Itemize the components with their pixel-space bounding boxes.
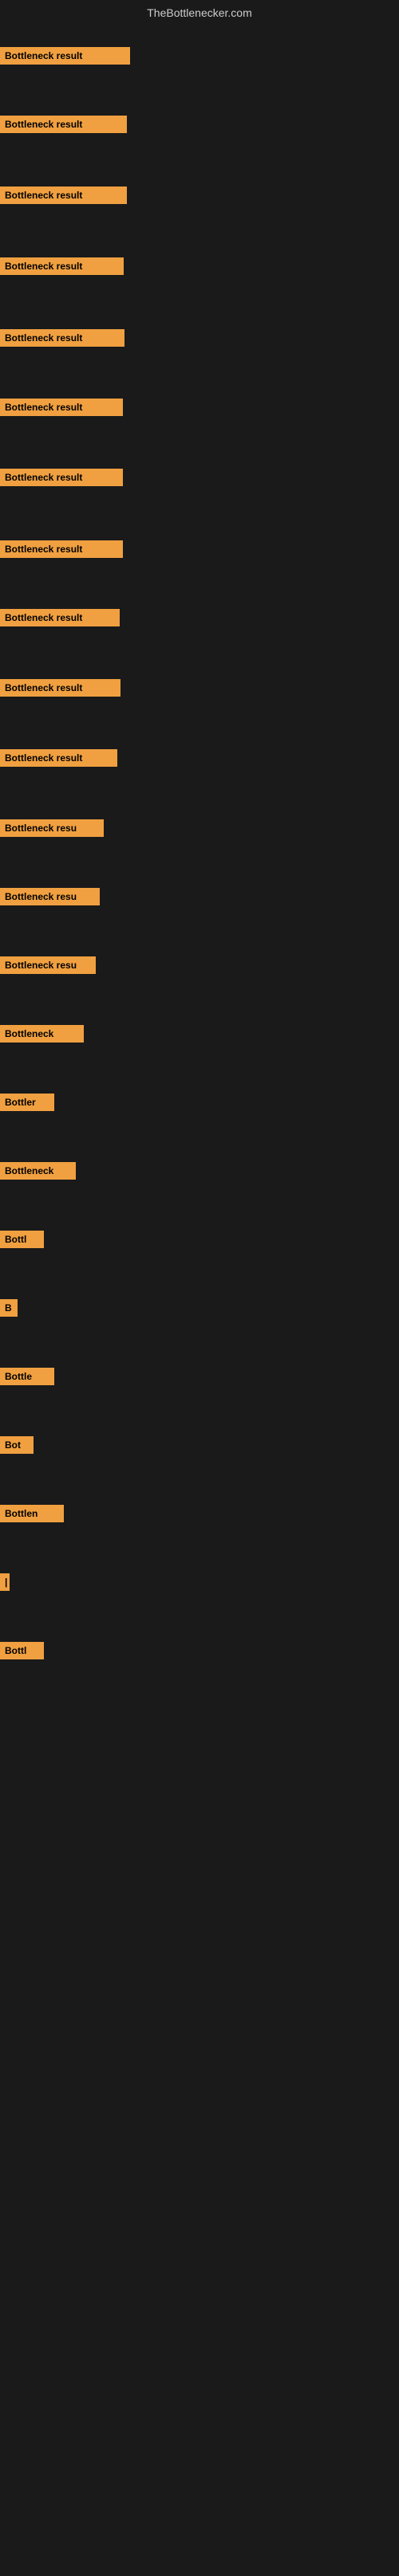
bottleneck-result-bar: Bottleneck resu xyxy=(0,819,104,837)
bottleneck-result-bar: Bottl xyxy=(0,1231,44,1248)
bottleneck-result-bar: Bottleneck xyxy=(0,1162,76,1180)
bottleneck-result-bar: Bottleneck xyxy=(0,1025,84,1043)
bottleneck-result-bar: Bottleneck result xyxy=(0,257,124,275)
bottleneck-result-bar: Bottleneck resu xyxy=(0,956,96,974)
bottleneck-result-bar: Bottleneck resu xyxy=(0,888,100,905)
bottleneck-result-bar: Bottleneck result xyxy=(0,609,120,626)
bottleneck-result-bar: Bottleneck result xyxy=(0,329,124,347)
bottleneck-result-bar: Bottleneck result xyxy=(0,399,123,416)
bottleneck-result-bar: B xyxy=(0,1299,18,1317)
bottleneck-result-bar: | xyxy=(0,1573,10,1591)
bottleneck-result-bar: Bottleneck result xyxy=(0,187,127,204)
bottleneck-result-bar: Bottler xyxy=(0,1094,54,1111)
bottleneck-result-bar: Bot xyxy=(0,1436,34,1454)
bottleneck-result-bar: Bottleneck result xyxy=(0,116,127,133)
bottleneck-result-bar: Bottleneck result xyxy=(0,749,117,767)
bottleneck-result-bar: Bottleneck result xyxy=(0,540,123,558)
bottleneck-result-bar: Bottleneck result xyxy=(0,47,130,65)
bottleneck-result-bar: Bottlen xyxy=(0,1505,64,1522)
bottleneck-result-bar: Bottl xyxy=(0,1642,44,1659)
bottleneck-result-bar: Bottle xyxy=(0,1368,54,1385)
bottleneck-result-bar: Bottleneck result xyxy=(0,469,123,486)
bottleneck-result-bar: Bottleneck result xyxy=(0,679,120,697)
site-title: TheBottlenecker.com xyxy=(0,0,399,26)
